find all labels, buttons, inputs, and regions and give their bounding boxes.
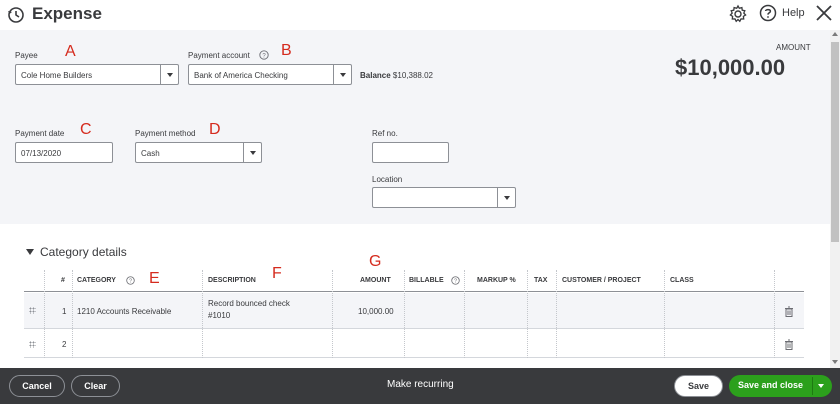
svg-text:?: ? <box>129 279 132 285</box>
close-icon[interactable] <box>815 4 833 22</box>
annotation-d: D <box>209 121 221 138</box>
drag-handle-icon[interactable] <box>29 307 36 314</box>
payee-select[interactable]: Cole Home Builders <box>15 64 179 85</box>
annotation-e: E <box>149 270 160 287</box>
column-divider <box>202 270 203 358</box>
column-divider <box>404 270 405 358</box>
table-row[interactable]: 1 1210 Accounts Receivable Record bounce… <box>24 293 804 329</box>
gear-icon[interactable] <box>728 4 748 24</box>
annotation-f: F <box>272 265 282 282</box>
scrollbar[interactable] <box>830 30 840 368</box>
chevron-down-icon[interactable] <box>818 384 824 388</box>
trash-icon[interactable] <box>784 339 794 350</box>
payment-date-label: Payment date <box>15 129 65 138</box>
payment-date-input[interactable]: 07/13/2020 <box>15 142 113 163</box>
column-divider <box>44 270 45 358</box>
payment-account-label: Payment account <box>188 51 250 60</box>
payment-account-info-icon[interactable]: ? <box>259 50 269 60</box>
trash-icon[interactable] <box>784 306 794 317</box>
payment-date-value: 07/13/2020 <box>21 149 62 158</box>
annotation-b: B <box>281 42 292 59</box>
ref-no-label: Ref no. <box>372 129 398 138</box>
save-and-close-button[interactable]: Save and close <box>729 375 832 397</box>
row-amount[interactable]: 10,000.00 <box>358 307 394 316</box>
col-class: CLASS <box>670 277 694 284</box>
location-label: Location <box>372 175 403 184</box>
col-markup: MARKUP % <box>477 277 516 284</box>
svg-text:?: ? <box>454 279 457 285</box>
col-category: CATEGORY <box>77 277 116 284</box>
row-category[interactable]: 1210 Accounts Receivable <box>77 307 171 316</box>
caret-down-icon <box>26 249 34 255</box>
make-recurring-link[interactable]: Make recurring <box>387 379 454 390</box>
payee-value: Cole Home Builders <box>21 71 93 80</box>
annotation-c: C <box>80 121 92 138</box>
cancel-button[interactable]: Cancel <box>9 375 65 397</box>
col-num: # <box>61 277 65 284</box>
save-button[interactable]: Save <box>674 375 723 397</box>
category-details-title: Category details <box>40 245 127 259</box>
drag-handle-icon[interactable] <box>29 341 36 348</box>
column-divider <box>774 270 775 358</box>
help-label[interactable]: Help <box>782 7 805 19</box>
split-divider <box>812 377 813 395</box>
column-divider <box>664 270 665 358</box>
location-select[interactable] <box>372 187 516 208</box>
category-info-icon[interactable]: ? <box>126 276 135 285</box>
table-header: # CATEGORY ? E DESCRIPTION F AMOUNT G BI… <box>24 253 804 292</box>
col-billable: BILLABLE <box>409 277 444 284</box>
column-divider <box>527 270 528 358</box>
annotation-a: A <box>65 43 76 60</box>
row-description-line1[interactable]: Record bounced check <box>208 299 290 308</box>
scrollbar-thumb[interactable] <box>831 42 839 242</box>
payment-method-label: Payment method <box>135 129 196 138</box>
save-and-close-label: Save and close <box>738 380 804 390</box>
payment-method-select[interactable]: Cash <box>135 142 262 163</box>
col-customer-project: CUSTOMER / PROJECT <box>562 277 641 284</box>
annotation-g: G <box>369 253 382 270</box>
category-details-toggle[interactable]: Category details <box>26 245 127 259</box>
header: Expense Help <box>0 0 840 30</box>
amount-total: $10,000.00 <box>675 55 786 80</box>
payment-method-value: Cash <box>141 149 160 158</box>
column-divider <box>332 270 333 358</box>
balance-value: $10,388.02 <box>392 71 433 80</box>
help-icon[interactable] <box>759 4 777 22</box>
payee-dropdown-icon[interactable] <box>160 65 178 84</box>
scroll-up-icon[interactable] <box>832 32 838 36</box>
payee-label: Payee <box>15 51 38 60</box>
balance-label: Balance <box>360 71 391 80</box>
row-description-line2[interactable]: #1010 <box>208 311 230 320</box>
billable-info-icon[interactable]: ? <box>451 276 460 285</box>
balance: Balance $10,388.02 <box>360 71 433 80</box>
payment-account-dropdown-icon[interactable] <box>333 65 351 84</box>
payment-account-value: Bank of America Checking <box>194 71 288 80</box>
col-amount: AMOUNT <box>360 277 391 284</box>
row-num: 2 <box>62 340 67 349</box>
table-row[interactable]: 2 <box>24 330 804 358</box>
amount-label: AMOUNT <box>776 43 811 52</box>
clear-button[interactable]: Clear <box>71 375 120 397</box>
column-divider <box>556 270 557 358</box>
payment-account-select[interactable]: Bank of America Checking <box>188 64 352 85</box>
col-description: DESCRIPTION <box>208 277 256 284</box>
payment-method-dropdown-icon[interactable] <box>243 143 261 162</box>
scroll-down-icon[interactable] <box>832 360 838 364</box>
row-num: 1 <box>62 307 67 316</box>
col-tax: TAX <box>534 277 548 284</box>
page-title: Expense <box>32 4 102 23</box>
column-divider <box>464 270 465 358</box>
column-divider <box>72 270 73 358</box>
history-icon[interactable] <box>6 5 26 25</box>
location-dropdown-icon[interactable] <box>497 188 515 207</box>
ref-no-input[interactable] <box>372 142 449 163</box>
